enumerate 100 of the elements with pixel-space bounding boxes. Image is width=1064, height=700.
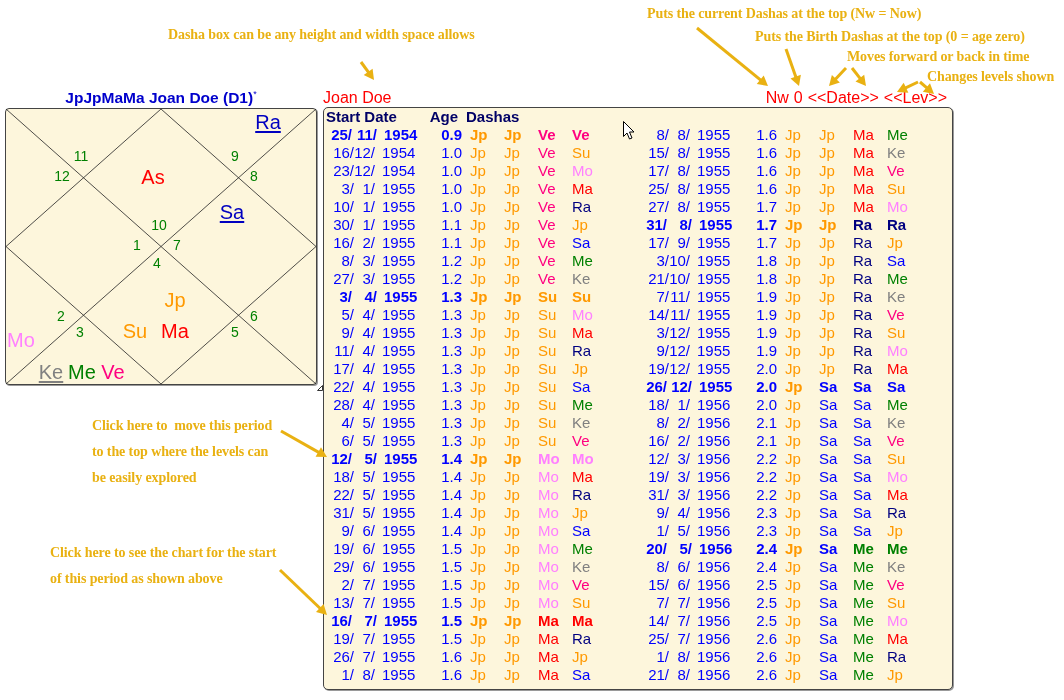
start-date-link[interactable]: 9/ 6/ 1955 (328, 522, 422, 540)
age-value: 2.2 (755, 486, 777, 504)
start-date-link[interactable]: 16/ 7/ 1955 (328, 612, 422, 630)
age-value: 1.0 (440, 144, 462, 162)
start-date-link[interactable]: 3/12/ 1955 (643, 324, 737, 342)
start-date-link[interactable]: 3/ 4/ 1955 (328, 288, 422, 306)
start-date-link[interactable]: 25/ 8/ 1955 (643, 180, 737, 198)
age-value: 2.3 (755, 504, 777, 522)
dasha-planet: Jp (785, 612, 802, 630)
callout-note: Dasha box can be any height and width space allows (168, 26, 475, 44)
start-date-link[interactable]: 19/12/ 1955 (643, 360, 737, 378)
age-value: 1.7 (755, 216, 777, 234)
age-value: 1.4 (440, 450, 462, 468)
dasha-planet: Jp (785, 126, 802, 144)
start-date-link[interactable]: 26/ 12/ 1955 (643, 378, 737, 396)
dasha-planet: Sa (819, 648, 839, 666)
start-date-link[interactable]: 3/ 1/ 1955 (328, 180, 422, 198)
start-date-link[interactable]: 19/ 3/ 1956 (643, 468, 737, 486)
start-date-link[interactable]: 31/ 8/ 1955 (643, 216, 737, 234)
nav-link[interactable]: 0 (793, 88, 803, 107)
start-date-link[interactable]: 7/ 7/ 1956 (643, 594, 737, 612)
age-value: 1.6 (755, 180, 777, 198)
start-date-link[interactable]: 19/ 7/ 1955 (328, 630, 422, 648)
dasha-planet: Jp (470, 252, 487, 270)
start-date-link[interactable]: 16/12/ 1954 (328, 144, 422, 162)
start-date-link[interactable]: 23/12/ 1954 (328, 162, 422, 180)
start-date-link[interactable]: 7/11/ 1955 (643, 288, 737, 306)
start-date-link[interactable]: 15/ 8/ 1955 (643, 144, 737, 162)
start-date-link[interactable]: 3/10/ 1955 (643, 252, 737, 270)
pointer-cursor-icon (623, 121, 635, 140)
start-date-link[interactable]: 17/ 4/ 1955 (328, 360, 422, 378)
start-date-link[interactable]: 9/ 4/ 1956 (643, 504, 737, 522)
start-date-link[interactable]: 12/ 5/ 1955 (328, 450, 422, 468)
dasha-planet: Jp (504, 450, 523, 468)
age-value: 2.5 (755, 612, 777, 630)
start-date-link[interactable]: 1/ 5/ 1956 (643, 522, 737, 540)
start-date-link[interactable]: 8/ 3/ 1955 (328, 252, 422, 270)
dasha-planet: Jp (785, 594, 802, 612)
start-date-link[interactable]: 11/ 4/ 1955 (328, 342, 422, 360)
step-back-link[interactable]: << (883, 88, 903, 107)
dasha-planet: Ve (887, 162, 906, 180)
start-date-link[interactable]: 1/ 8/ 1956 (643, 648, 737, 666)
dasha-planet: Jp (819, 216, 838, 234)
start-date-link[interactable]: 26/ 7/ 1955 (328, 648, 422, 666)
dasha-planet: Jp (470, 144, 487, 162)
resize-grip-icon[interactable] (317, 385, 323, 391)
dasha-planet: Sa (819, 522, 839, 540)
start-date-link[interactable]: 29/ 6/ 1955 (328, 558, 422, 576)
age-value: 2.6 (755, 648, 777, 666)
dasha-planet: Jp (785, 648, 802, 666)
dasha-planet: Jp (504, 270, 521, 288)
start-date-link[interactable]: 21/10/ 1955 (643, 270, 737, 288)
start-date-link[interactable]: 15/ 6/ 1956 (643, 576, 737, 594)
start-date-link[interactable]: 25/ 7/ 1956 (643, 630, 737, 648)
start-date-link[interactable]: 14/ 7/ 1956 (643, 612, 737, 630)
start-date-link[interactable]: 17/ 9/ 1955 (643, 234, 737, 252)
start-date-link[interactable]: 8/ 8/ 1955 (643, 126, 737, 144)
callout-arrow (359, 61, 374, 80)
start-date-link[interactable]: 16/ 2/ 1955 (328, 234, 422, 252)
start-date-link[interactable]: 9/12/ 1955 (643, 342, 737, 360)
start-date-link[interactable]: 28/ 4/ 1955 (328, 396, 422, 414)
start-date-link[interactable]: 12/ 3/ 1956 (643, 450, 737, 468)
dasha-planet: Sa (819, 594, 839, 612)
start-date-link[interactable]: 18/ 5/ 1955 (328, 468, 422, 486)
callout-arrow (829, 66, 848, 86)
house-number: 2 (57, 309, 65, 325)
start-date-link[interactable]: 17/ 8/ 1955 (643, 162, 737, 180)
start-date-link[interactable]: 22/ 5/ 1955 (328, 486, 422, 504)
step-forward-link[interactable]: >> (928, 88, 947, 107)
start-date-link[interactable]: 9/ 4/ 1955 (328, 324, 422, 342)
start-date-link[interactable]: 4/ 5/ 1955 (328, 414, 422, 432)
step-back-link[interactable]: << (807, 88, 827, 107)
start-date-link[interactable]: 31/ 3/ 1956 (643, 486, 737, 504)
dasha-planet: Jp (470, 414, 487, 432)
nav-link[interactable]: Nw (765, 88, 789, 107)
start-date-link[interactable]: 21/ 8/ 1956 (643, 666, 737, 684)
start-date-link[interactable]: 1/ 8/ 1955 (328, 666, 422, 684)
age-value: 1.6 (440, 648, 462, 666)
start-date-link[interactable]: 25/ 11/ 1954 (328, 126, 422, 144)
dasha-planet: Ve (538, 126, 557, 144)
start-date-link[interactable]: 20/ 5/ 1956 (643, 540, 737, 558)
start-date-link[interactable]: 16/ 2/ 1956 (643, 432, 737, 450)
start-date-link[interactable]: 27/ 3/ 1955 (328, 270, 422, 288)
start-date-link[interactable]: 22/ 4/ 1955 (328, 378, 422, 396)
start-date-link[interactable]: 13/ 7/ 1955 (328, 594, 422, 612)
start-date-link[interactable]: 31/ 5/ 1955 (328, 504, 422, 522)
start-date-link[interactable]: 2/ 7/ 1955 (328, 576, 422, 594)
start-date-link[interactable]: 30/ 1/ 1955 (328, 216, 422, 234)
start-date-link[interactable]: 19/ 6/ 1955 (328, 540, 422, 558)
dasha-planet: Ma (887, 630, 909, 648)
start-date-link[interactable]: 27/ 8/ 1955 (643, 198, 737, 216)
start-date-link[interactable]: 10/ 1/ 1955 (328, 198, 422, 216)
start-date-link[interactable]: 6/ 5/ 1955 (328, 432, 422, 450)
start-date-link[interactable]: 5/ 4/ 1955 (328, 306, 422, 324)
start-date-link[interactable]: 18/ 1/ 1956 (643, 396, 737, 414)
start-date-link[interactable]: 8/ 2/ 1956 (643, 414, 737, 432)
step-forward-link[interactable]: >> (860, 88, 879, 107)
start-date-link[interactable]: 14/11/ 1955 (643, 306, 737, 324)
start-date-link[interactable]: 8/ 6/ 1956 (643, 558, 737, 576)
dasha-planet: Jp (504, 144, 521, 162)
